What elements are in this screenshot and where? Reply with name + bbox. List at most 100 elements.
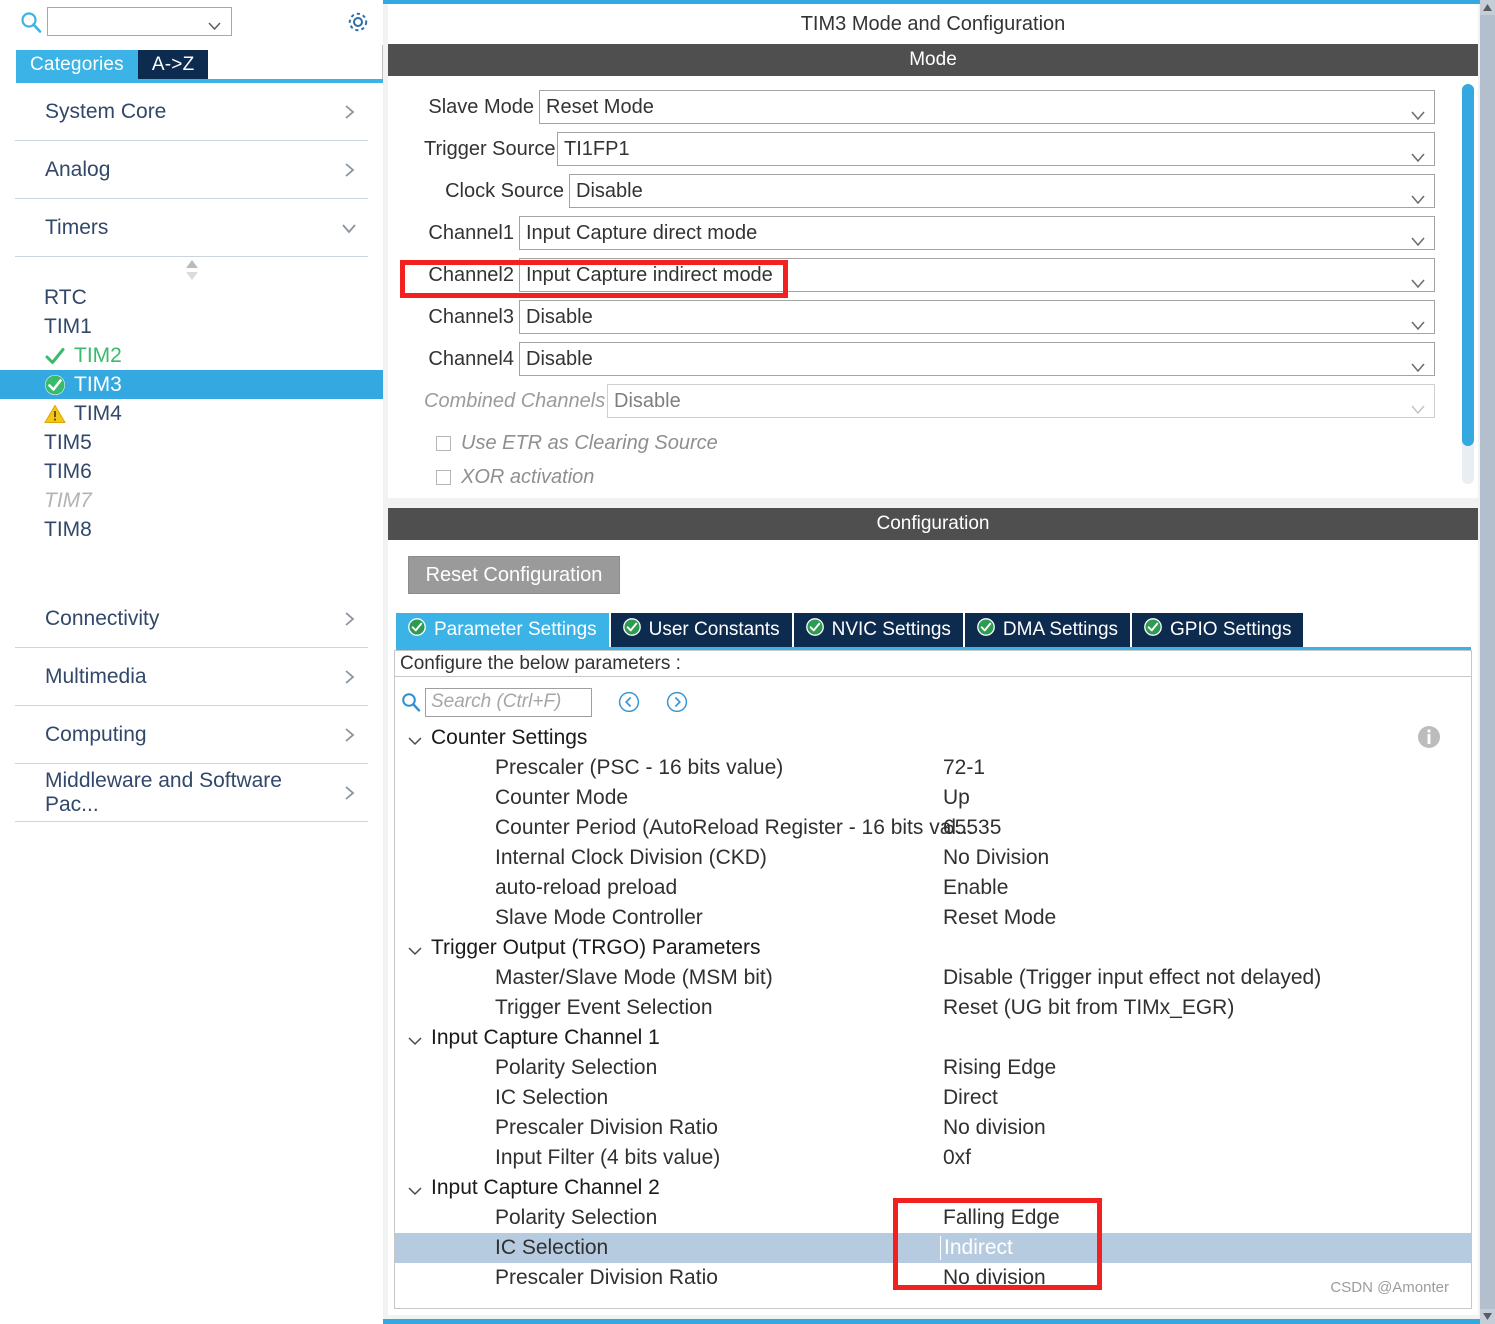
table-row[interactable]: Trigger Event Selection Reset (UG bit fr… <box>395 993 1471 1023</box>
sidebar-item-tim1[interactable]: TIM1 <box>0 312 383 341</box>
sidebar-item-analog[interactable]: Analog <box>15 141 368 199</box>
tree-group-counter-settings[interactable]: Counter Settings <box>395 723 1471 753</box>
sidebar-item-connectivity[interactable]: Connectivity <box>15 590 368 648</box>
tab-categories[interactable]: Categories <box>16 50 138 79</box>
table-row[interactable]: Polarity Selection Rising Edge <box>395 1053 1471 1083</box>
combined-channels-value: Disable <box>614 389 681 412</box>
sidebar-item-computing[interactable]: Computing <box>15 706 368 764</box>
tab-gpio-settings-label: GPIO Settings <box>1170 619 1292 640</box>
table-row[interactable]: Internal Clock Division (CKD) No Divisio… <box>395 843 1471 873</box>
channel1-select[interactable]: Input Capture direct mode <box>519 216 1435 250</box>
trigger-source-select[interactable]: TI1FP1 <box>557 132 1435 166</box>
sidebar-item-tim6[interactable]: TIM6 <box>0 457 383 486</box>
search-next-icon[interactable] <box>666 691 688 713</box>
table-row[interactable]: Master/Slave Mode (MSM bit) Disable (Tri… <box>395 963 1471 993</box>
tab-gpio-settings[interactable]: GPIO Settings <box>1132 613 1306 647</box>
param-value[interactable]: No division <box>943 1266 1046 1290</box>
sidebar-item-tim5-label: TIM5 <box>44 430 92 454</box>
param-value[interactable]: Indirect <box>940 1236 1013 1260</box>
tree-group-trigger-output[interactable]: Trigger Output (TRGO) Parameters <box>395 933 1471 963</box>
sidebar-item-timers-label: Timers <box>45 215 109 239</box>
param-value[interactable]: Falling Edge <box>943 1206 1060 1230</box>
param-value[interactable]: Enable <box>943 876 1008 900</box>
table-row[interactable]: Polarity Selection Falling Edge <box>395 1203 1471 1233</box>
field-clock-source: Clock Source Disable <box>424 174 1435 208</box>
param-value[interactable]: Disable (Trigger input effect not delaye… <box>943 966 1321 990</box>
page-scrollbar[interactable] <box>1480 0 1495 1324</box>
tab-parameter-settings[interactable]: Parameter Settings <box>396 613 611 647</box>
table-row[interactable]: Prescaler Division Ratio No division <box>395 1113 1471 1143</box>
ip-search-combo[interactable] <box>47 7 232 36</box>
search-icon <box>20 11 42 33</box>
sidebar-item-tim3[interactable]: TIM3 <box>0 370 383 399</box>
tab-user-constants[interactable]: User Constants <box>610 613 794 647</box>
scroll-up-arrow-icon[interactable] <box>1480 0 1495 15</box>
mode-scrollbar-thumb[interactable] <box>1462 84 1474 446</box>
page-scrollbar-thumb[interactable] <box>1480 15 1495 1309</box>
parameter-search-placeholder: Search (Ctrl+F) <box>431 691 562 712</box>
param-value[interactable]: 65535 <box>943 816 1001 840</box>
sidebar-item-tim2[interactable]: TIM2 <box>0 341 383 370</box>
field-channel2-label: Channel2 <box>428 263 514 286</box>
sidebar-item-tim5[interactable]: TIM5 <box>0 428 383 457</box>
param-value[interactable]: Reset Mode <box>943 906 1056 930</box>
slave-mode-value: Reset Mode <box>546 95 654 118</box>
table-row[interactable]: Counter Period (AutoReload Register - 16… <box>395 813 1471 843</box>
mode-scrollbar[interactable] <box>1462 84 1474 484</box>
param-value[interactable]: Direct <box>943 1086 998 1110</box>
tab-nvic-settings[interactable]: NVIC Settings <box>793 613 965 647</box>
tree-group-input-capture-channel-2[interactable]: Input Capture Channel 2 <box>395 1173 1471 1203</box>
chevron-down-icon <box>1411 187 1425 205</box>
param-value[interactable]: No division <box>943 1116 1046 1140</box>
param-value[interactable]: No Division <box>943 846 1049 870</box>
timers-scroll-spinner[interactable] <box>0 257 383 283</box>
gear-icon[interactable] <box>345 9 371 35</box>
param-value[interactable]: Up <box>943 786 970 810</box>
sidebar-item-middleware[interactable]: Middleware and Software Pac... <box>15 764 368 822</box>
field-channel1-label: Channel1 <box>428 221 514 244</box>
sidebar-item-tim7: TIM7 <box>0 486 383 515</box>
table-row[interactable]: Counter Mode Up <box>395 783 1471 813</box>
table-row[interactable]: auto-reload preload Enable <box>395 873 1471 903</box>
tree-group-input-capture-channel-1[interactable]: Input Capture Channel 1 <box>395 1023 1471 1053</box>
tab-parameter-settings-label: Parameter Settings <box>434 619 597 640</box>
sidebar-item-tim8[interactable]: TIM8 <box>0 515 383 544</box>
sidebar-item-middleware-label: Middleware and Software Pac... <box>45 768 282 816</box>
scroll-down-arrow-icon[interactable] <box>1480 1309 1495 1324</box>
chevron-down-icon <box>407 1183 423 1196</box>
reset-configuration-button[interactable]: Reset Configuration <box>408 556 620 594</box>
channel2-select[interactable]: Input Capture indirect mode <box>519 258 1435 292</box>
slave-mode-select[interactable]: Reset Mode <box>539 90 1435 124</box>
sidebar-item-rtc[interactable]: RTC <box>0 283 383 312</box>
field-channel3-label: Channel3 <box>428 305 514 328</box>
check-circle-icon <box>622 618 641 642</box>
search-icon <box>401 692 421 712</box>
param-name: Polarity Selection <box>495 1206 658 1229</box>
table-row[interactable]: Slave Mode Controller Reset Mode <box>395 903 1471 933</box>
channel4-select[interactable]: Disable <box>519 342 1435 376</box>
cubemx-window: Categories A->Z System Core Analog Timer… <box>0 0 1495 1324</box>
chevron-right-icon <box>340 161 358 179</box>
param-value[interactable]: 0xf <box>943 1146 971 1170</box>
channel3-select[interactable]: Disable <box>519 300 1435 334</box>
tab-dma-settings[interactable]: DMA Settings <box>964 613 1133 647</box>
param-value[interactable]: Reset (UG bit from TIMx_EGR) <box>943 996 1234 1020</box>
table-row[interactable]: Prescaler (PSC - 16 bits value) 72-1 <box>395 753 1471 783</box>
sidebar-item-tim4[interactable]: TIM4 <box>0 399 383 428</box>
tab-a-to-z[interactable]: A->Z <box>137 50 209 79</box>
clock-source-select[interactable]: Disable <box>569 174 1435 208</box>
table-row[interactable]: Prescaler Division Ratio No division <box>395 1263 1471 1293</box>
sidebar-item-system-core[interactable]: System Core <box>15 83 368 141</box>
sidebar-item-multimedia[interactable]: Multimedia <box>15 648 368 706</box>
sidebar-item-tim8-label: TIM8 <box>44 517 92 541</box>
table-row-selected[interactable]: IC Selection Indirect <box>395 1233 1471 1263</box>
check-circle-icon <box>44 374 66 396</box>
table-row[interactable]: IC Selection Direct <box>395 1083 1471 1113</box>
param-value[interactable]: 72-1 <box>943 756 985 780</box>
table-row[interactable]: Input Filter (4 bits value) 0xf <box>395 1143 1471 1173</box>
parameter-search-input[interactable]: Search (Ctrl+F) <box>425 687 592 717</box>
check-circle-icon <box>1144 618 1162 642</box>
sidebar-item-timers[interactable]: Timers <box>15 199 368 257</box>
param-value[interactable]: Rising Edge <box>943 1056 1056 1080</box>
search-previous-icon[interactable] <box>618 691 640 713</box>
